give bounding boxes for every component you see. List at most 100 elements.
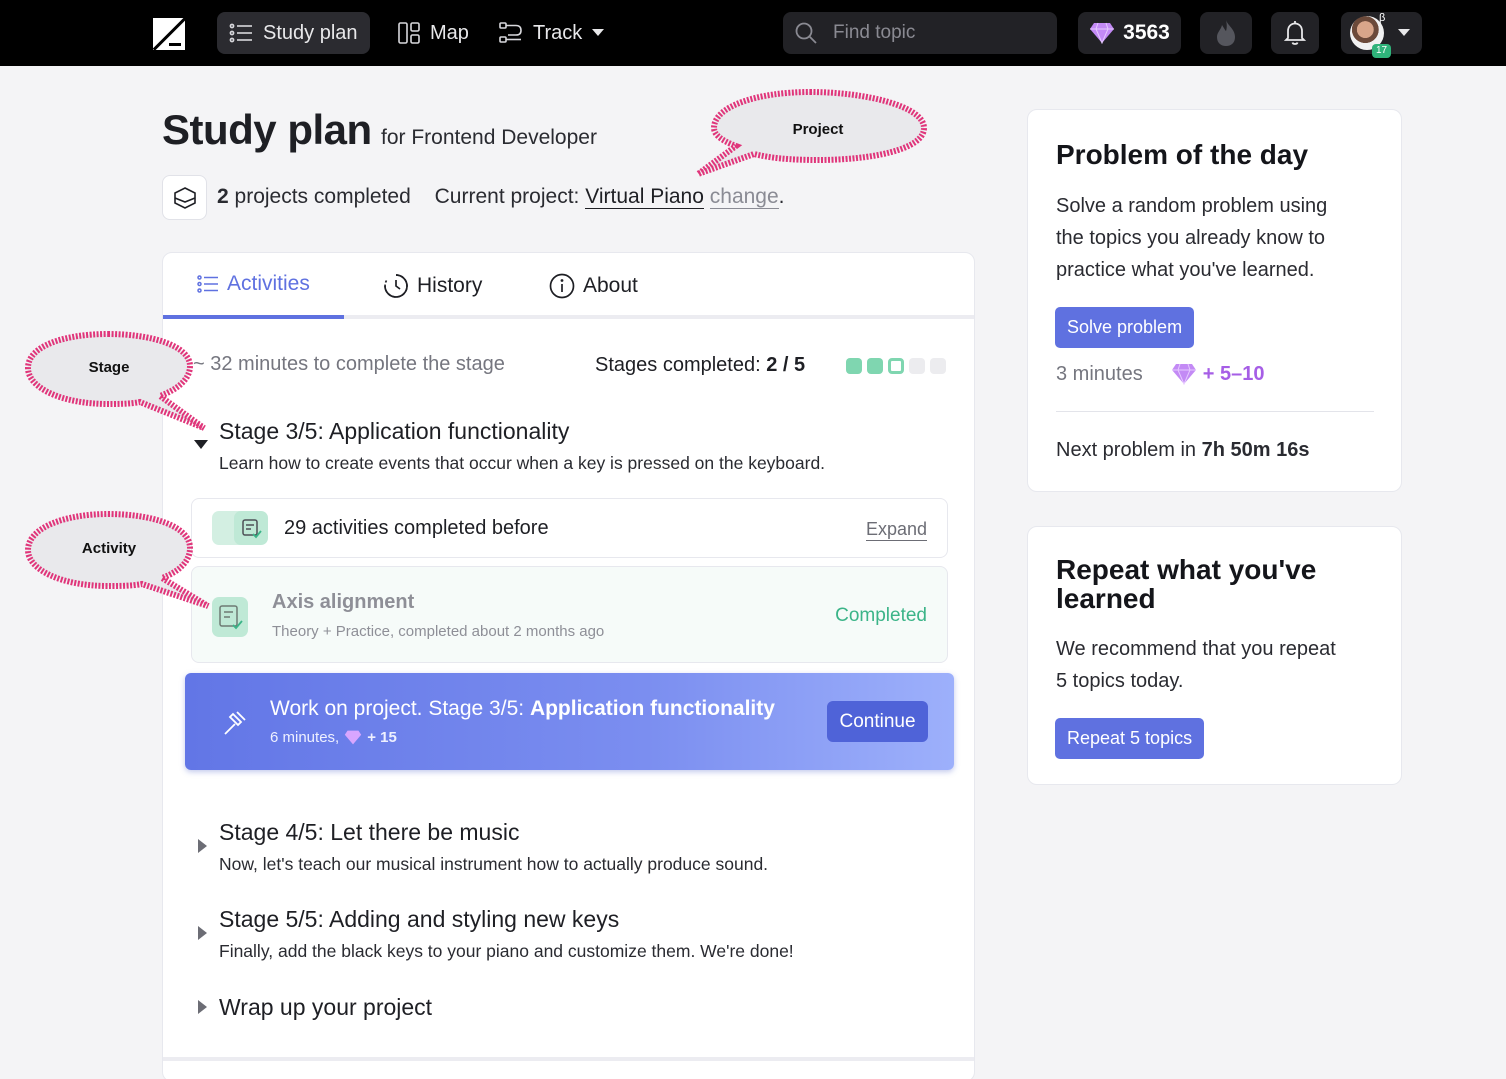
card-divider xyxy=(163,1057,974,1061)
expand-caret-icon[interactable] xyxy=(198,926,207,940)
repeat-topics-button[interactable]: Repeat 5 topics xyxy=(1055,718,1205,759)
cta-meta: 6 minutes, + 15 xyxy=(270,729,397,746)
cta-reward: + 15 xyxy=(367,729,397,746)
expand-caret-icon[interactable] xyxy=(198,839,207,853)
stage-3-title[interactable]: Stage 3/5: Application functionality xyxy=(219,418,569,445)
theory-practice-icon xyxy=(212,597,248,637)
nav-track-label: Track xyxy=(533,21,583,44)
top-navigation-bar: Study plan Map Track 3563 β 17 xyxy=(0,0,1506,66)
gems-counter[interactable]: 3563 xyxy=(1078,12,1181,54)
problem-card-text: Solve a random problem using the topics … xyxy=(1056,190,1327,286)
beta-badge: β xyxy=(1379,12,1386,24)
gem-icon xyxy=(1090,22,1115,44)
problem-card-title: Problem of the day xyxy=(1056,139,1309,170)
activity-axis-alignment[interactable]: Axis alignment Theory + Practice, comple… xyxy=(191,566,948,663)
profile-menu[interactable]: β 17 xyxy=(1341,12,1422,58)
stage-3-description: Learn how to create events that occur wh… xyxy=(219,453,826,473)
repeat-title-line: learned xyxy=(1056,583,1156,614)
change-project-link[interactable]: change xyxy=(709,185,779,209)
annotation-stage-label: Stage xyxy=(88,358,130,376)
tab-history[interactable]: History xyxy=(349,253,516,319)
problem-reward: + 5–10 xyxy=(1202,363,1265,385)
map-icon xyxy=(398,22,420,44)
next-problem-time: 7h 50m 16s xyxy=(1201,439,1310,461)
list-icon xyxy=(229,23,252,43)
stages-completed: Stages completed: 2 / 5 xyxy=(595,354,805,377)
stage-5-title[interactable]: Stage 5/5: Adding and styling new keys xyxy=(219,906,619,933)
tab-about-label: About xyxy=(583,274,638,297)
continue-button[interactable]: Continue xyxy=(827,701,928,742)
stage-progress-dot xyxy=(930,358,946,374)
stage-progress-dots xyxy=(846,358,946,374)
card-divider xyxy=(1056,411,1374,412)
logo-icon[interactable] xyxy=(153,18,185,50)
stages-completed-value: 2 / 5 xyxy=(766,354,806,376)
completed-activities-row[interactable]: 29 activities completed before Expand xyxy=(191,498,948,558)
cta-title: Work on project. Stage 3/5: Application … xyxy=(270,697,775,721)
project-icon xyxy=(162,175,207,220)
stage-4-description: Now, let's teach our musical instrument … xyxy=(219,854,769,874)
repeat-card: Repeat what you've learned We recommend … xyxy=(1027,526,1402,785)
project-summary: 2 projects completed Current project: Vi… xyxy=(217,185,785,209)
cta-minutes: 6 minutes, xyxy=(270,729,340,746)
solve-problem-button[interactable]: Solve problem xyxy=(1055,307,1195,348)
problem-text-line: Solve a random problem using xyxy=(1056,195,1328,217)
problem-minutes: 3 minutes xyxy=(1056,363,1143,385)
stage-progress-dot xyxy=(909,358,925,374)
current-project-link[interactable]: Virtual Piano xyxy=(585,185,704,209)
list-icon xyxy=(197,275,218,293)
streak-button[interactable] xyxy=(1200,12,1252,54)
nav-study-plan[interactable]: Study plan xyxy=(217,12,370,54)
repeat-title-line: Repeat what you've xyxy=(1056,554,1317,585)
completed-activity-icon xyxy=(234,511,268,545)
problem-meta: 3 minutes + 5–10 xyxy=(1056,358,1264,390)
avatar: β 17 xyxy=(1350,12,1392,58)
collapse-caret-icon[interactable] xyxy=(194,440,208,449)
stage-5-description: Finally, add the black keys to your pian… xyxy=(219,941,794,961)
stage-progress-dot xyxy=(867,358,883,374)
problem-text-line: practice what you've learned. xyxy=(1056,259,1315,281)
chevron-down-icon xyxy=(1398,29,1410,36)
study-plan-card: Activities History About ~ 32 minutes to… xyxy=(162,252,975,1079)
gem-icon xyxy=(345,730,362,745)
tab-activities-label: Activities xyxy=(227,272,310,295)
clock-icon xyxy=(384,274,408,298)
problem-text-line: the topics you already know to xyxy=(1056,227,1326,249)
projects-text: projects completed xyxy=(234,185,411,208)
info-icon xyxy=(549,273,575,299)
notifications-button[interactable] xyxy=(1271,12,1319,54)
next-problem-label: Next problem in xyxy=(1056,439,1197,461)
nav-track[interactable]: Track xyxy=(487,12,616,54)
tab-activities[interactable]: Activities xyxy=(163,253,344,319)
wrap-up-title[interactable]: Wrap up your project xyxy=(219,994,432,1021)
repeat-text-line: 5 topics today. xyxy=(1056,670,1184,692)
repeat-text-line: We recommend that you repeat xyxy=(1056,638,1336,660)
chevron-down-icon xyxy=(592,29,605,36)
current-project-label: Current project: xyxy=(434,185,580,208)
stages-completed-label: Stages completed: xyxy=(595,354,761,376)
gems-value: 3563 xyxy=(1123,21,1170,44)
annotation-stage-bubble: Stage xyxy=(22,328,212,432)
hammer-icon xyxy=(224,711,246,735)
nav-map[interactable]: Map xyxy=(386,12,481,54)
repeat-card-text: We recommend that you repeat 5 topics to… xyxy=(1056,633,1336,697)
stage-time-left: ~ 32 minutes to complete the stage xyxy=(193,353,505,375)
tab-about[interactable]: About xyxy=(515,253,672,319)
search-input[interactable] xyxy=(833,22,1033,44)
box-icon xyxy=(173,186,196,209)
project-period: . xyxy=(778,185,785,208)
work-on-project-banner[interactable]: Work on project. Stage 3/5: Application … xyxy=(185,673,954,770)
annotation-project-bubble: Project xyxy=(690,88,930,180)
search-box[interactable] xyxy=(783,12,1057,54)
nav-study-plan-label: Study plan xyxy=(263,21,358,44)
expand-caret-icon[interactable] xyxy=(198,1000,207,1014)
level-badge: 17 xyxy=(1372,44,1392,58)
stage-4-title[interactable]: Stage 4/5: Let there be music xyxy=(219,819,519,846)
annotation-activity-bubble: Activity xyxy=(22,508,212,610)
expand-link[interactable]: Expand xyxy=(865,519,927,541)
cta-stage-name: Application functionality xyxy=(529,697,775,720)
projects-count: 2 xyxy=(217,185,229,208)
repeat-card-title: Repeat what you've learned xyxy=(1056,555,1316,613)
page-title: Study plan xyxy=(162,106,372,153)
activity-title[interactable]: Axis alignment xyxy=(272,591,414,614)
